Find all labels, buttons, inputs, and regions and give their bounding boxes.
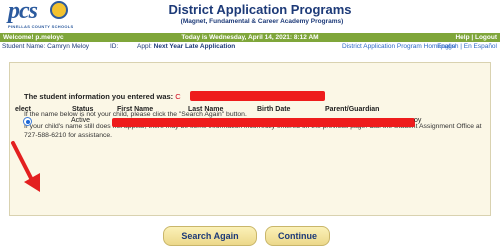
date-text: Today is Wednesday, April 14, 2021: 8:12…	[181, 33, 319, 41]
status-value: Active	[71, 117, 91, 124]
col-parent-guardian: Parent/Guardian	[325, 106, 380, 113]
redaction-bar	[112, 118, 415, 127]
col-last-name: Last Name	[188, 106, 224, 113]
page-title: District Application Programs	[168, 2, 352, 17]
student-id-label: ID:	[110, 43, 119, 50]
redaction-bar	[190, 91, 325, 101]
app-header: pcs PINELLAS COUNTY SCHOOLS District App…	[0, 0, 500, 33]
student-confirm-panel: The student information you entered was:…	[9, 62, 491, 216]
search-again-button[interactable]: Search Again	[163, 226, 257, 246]
language-links[interactable]: English | En Español	[437, 43, 497, 50]
help-logout-links[interactable]: Help | Logout	[455, 34, 497, 41]
col-select: elect	[15, 106, 31, 113]
student-name: Student Name: Camryn Meloy	[2, 43, 90, 50]
entered-info-label: The student information you entered was:…	[24, 92, 181, 101]
top-status-bar: Welcome! p.meloyc Today is Wednesday, Ap…	[0, 33, 500, 42]
application-type: Appl: Next Year Late Application	[137, 43, 235, 50]
entered-info-text: The student information you entered was:	[24, 92, 174, 101]
appl-label: Appl:	[137, 43, 152, 50]
appl-value: Next Year Late Application	[153, 43, 236, 50]
col-status: Status	[72, 106, 94, 113]
table-row: Active oy	[15, 116, 480, 128]
page-subtitle: (Magnet, Fundamental & Career Academy Pr…	[180, 18, 344, 25]
entered-info-value: C	[175, 92, 181, 101]
student-info-bar: Student Name: Camryn Meloy ID: Appl: Nex…	[0, 42, 500, 51]
select-student-radio[interactable]	[23, 117, 32, 126]
guardian-value: oy	[414, 117, 422, 124]
col-first-name: First Name	[117, 106, 154, 113]
red-arrow-icon	[11, 141, 40, 192]
continue-button[interactable]: Continue	[265, 226, 330, 246]
col-birth-date: Birth Date	[257, 106, 291, 113]
results-table-header: elect Status First Name Last Name Birth …	[15, 104, 480, 116]
